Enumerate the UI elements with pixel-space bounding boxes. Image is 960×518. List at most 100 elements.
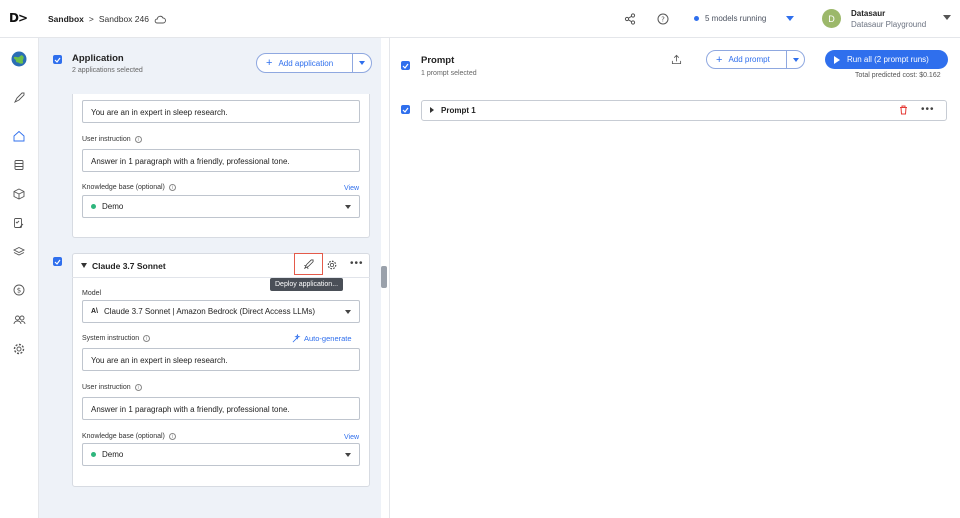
models-running-status[interactable]: 5 models running [694,14,795,23]
auto-generate-label: Auto-generate [304,334,352,343]
user-instruction-label-row: User instruction i [82,136,142,143]
info-icon[interactable]: i [168,184,176,191]
model-label: Model [82,290,102,297]
avatar[interactable]: D [822,9,841,28]
add-prompt-button[interactable]: + Add prompt [706,50,805,69]
knowledge-base-value: Demo [102,202,124,211]
info-icon[interactable]: i [134,136,142,143]
breadcrumb-separator: > [88,14,94,24]
knowledge-base-label: Knowledge base (optional) [82,184,165,191]
add-application-dropdown[interactable] [352,53,371,73]
knowledge-base-view-link[interactable]: View [344,434,359,441]
prompt-1-checkbox[interactable] [401,105,410,114]
info-icon[interactable]: i [134,384,142,391]
chevron-down-icon [345,309,351,314]
user-menu-chevron-icon[interactable] [943,15,951,20]
magic-wand-icon [292,334,301,343]
settings-gear-icon[interactable] [327,260,337,270]
application-subtitle: 2 applications selected [72,67,143,74]
rocket-icon[interactable] [11,90,27,106]
user-name: Datasaur [851,9,886,18]
chevron-down-icon [345,452,351,457]
prompt-item-label: Prompt 1 [441,106,476,115]
knowledge-base-select[interactable]: Demo [82,443,360,466]
panel-resize-handle[interactable] [381,266,387,288]
model-select[interactable]: A\ Claude 3.7 Sonnet | Amazon Bedrock (D… [82,300,360,323]
prompt-item[interactable] [421,100,947,121]
user-instruction-textarea[interactable]: Answer in 1 paragraph with a friendly, p… [82,397,360,420]
breadcrumb: Sandbox > Sandbox 246 [48,14,166,24]
database-icon[interactable] [11,157,27,173]
chevron-down-icon [359,61,365,65]
application-select-all-checkbox[interactable] [53,55,62,64]
kb-status-dot-icon [91,452,96,457]
share-icon[interactable] [624,13,636,25]
info-icon[interactable]: i [168,433,176,440]
settings-gear-icon[interactable] [11,341,27,357]
user-instruction-textarea[interactable]: Answer in 1 paragraph with a friendly, p… [82,149,360,172]
more-options-icon[interactable]: ••• [921,104,935,115]
knowledge-base-value: Demo [102,450,124,459]
left-navigation [0,38,39,518]
system-instruction-textarea[interactable]: You are an in expert in sleep research. [82,100,360,123]
delete-trash-icon[interactable] [899,105,908,115]
expand-chevron-icon[interactable] [430,107,434,113]
cloud-icon [154,15,166,24]
anthropic-logo-icon: A\ [91,308,98,315]
add-prompt-label: Add prompt [728,55,770,64]
knowledge-base-view-link[interactable]: View [344,185,359,192]
team-icon[interactable] [11,312,27,328]
kb-status-dot-icon [91,204,96,209]
run-all-button[interactable]: Run all (2 prompt runs) [825,50,948,69]
deploy-rocket-icon[interactable] [294,253,323,275]
system-instruction-label: System instruction [82,335,140,342]
layers-icon[interactable] [11,244,27,260]
chevron-down-icon [792,57,799,62]
add-application-button[interactable]: + Add application [256,53,372,73]
breadcrumb-sandbox[interactable]: Sandbox [48,14,84,24]
application-title: Application [72,53,124,64]
user-instruction-label: User instruction [82,384,131,391]
datasaur-logo[interactable]: D> [9,11,28,25]
add-prompt-dropdown[interactable] [786,50,804,69]
predicted-cost: Total predicted cost: $0.162 [855,72,941,79]
plus-icon: + [716,53,723,66]
chevron-down-icon [345,204,351,209]
cube-icon[interactable] [11,186,27,202]
user-instruction-label: User instruction [82,136,131,143]
play-icon [834,55,840,64]
more-options-icon[interactable]: ••• [350,258,364,269]
prompt-subtitle: 1 prompt selected [421,70,477,77]
help-icon[interactable]: ? [657,13,669,25]
billing-icon[interactable]: $ [11,282,27,298]
evaluation-icon[interactable] [11,215,27,231]
svg-text:?: ? [661,16,665,24]
kb-label-row: Knowledge base (optional) i [82,433,176,440]
prompt-title: Prompt [421,55,455,66]
user-instruction-label-row: User instruction i [82,384,142,391]
chevron-down-icon[interactable] [786,16,795,21]
upload-icon[interactable] [671,54,682,65]
breadcrumb-sandbox-name[interactable]: Sandbox 246 [99,14,149,24]
run-all-label: Run all (2 prompt runs) [847,55,929,64]
knowledge-base-select[interactable]: Demo [82,195,360,218]
collapse-chevron-icon[interactable] [81,263,87,268]
workspace-globe-icon[interactable] [11,51,27,67]
user-info[interactable]: Datasaur Datasaur Playground [851,8,926,30]
models-running-label: 5 models running [705,14,767,23]
plus-icon: + [266,57,273,69]
model-value: Claude 3.7 Sonnet | Amazon Bedrock (Dire… [104,307,316,316]
add-application-label: Add application [278,58,334,68]
svg-text:$: $ [17,287,21,295]
system-instruction-textarea[interactable]: You are an in expert in sleep research. [82,348,360,371]
application-2-checkbox[interactable] [53,257,62,266]
deploy-tooltip: Deploy application... [270,278,344,291]
info-icon[interactable]: i [143,335,151,342]
kb-label-row: Knowledge base (optional) i [82,184,176,191]
application-name[interactable]: Claude 3.7 Sonnet [92,261,166,271]
auto-generate-button[interactable]: Auto-generate [292,334,352,343]
prompt-select-all-checkbox[interactable] [401,61,410,70]
knowledge-base-label: Knowledge base (optional) [82,433,165,440]
sandbox-icon[interactable] [11,128,27,144]
system-instruction-label-row: System instruction i [82,335,151,342]
